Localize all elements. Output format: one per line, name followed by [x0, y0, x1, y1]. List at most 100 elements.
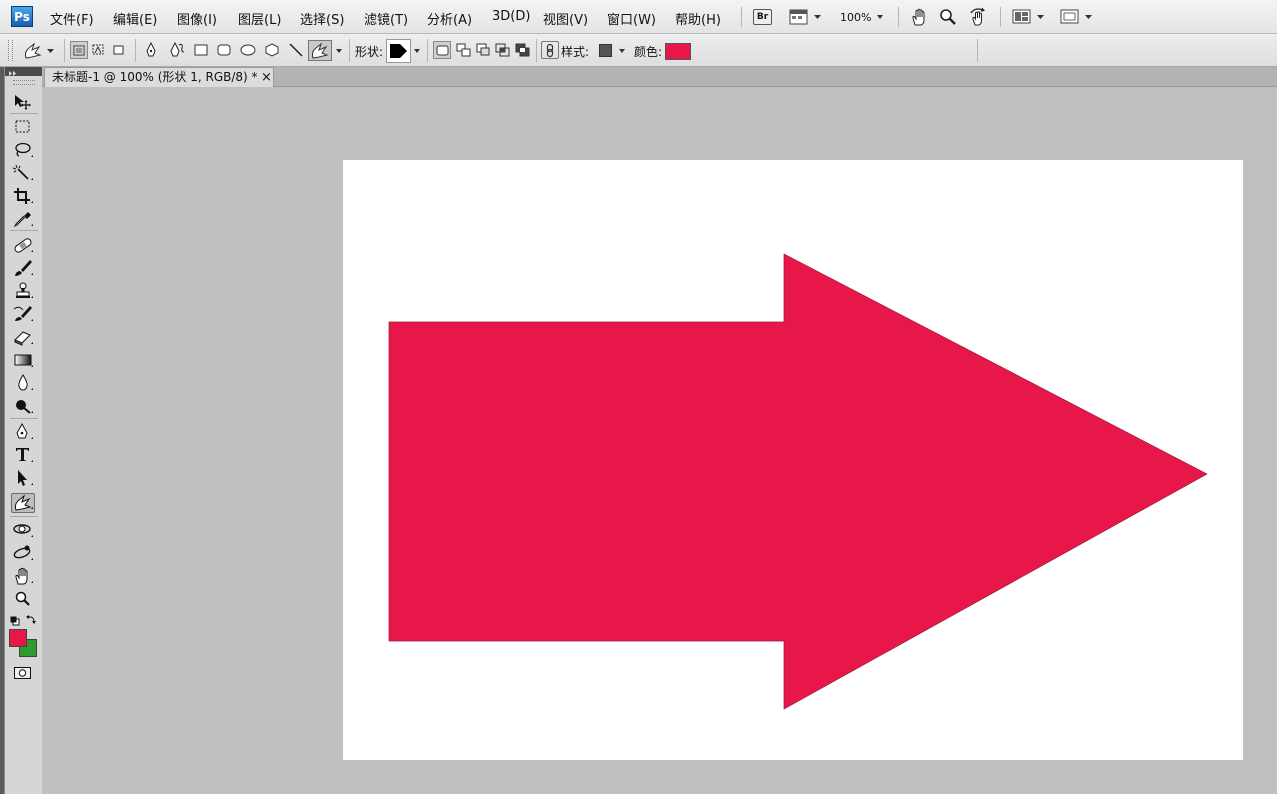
gradient-icon [14, 354, 33, 367]
path-selection-tool[interactable] [11, 468, 35, 488]
intersect-shape-areas-button[interactable] [494, 41, 512, 59]
zoom-tool[interactable] [11, 589, 35, 609]
menu-3d[interactable]: 3D(D) [492, 9, 530, 24]
default-colors-button[interactable] [10, 615, 20, 626]
toolbox-header[interactable] [5, 67, 43, 76]
spot-healing-brush-tool[interactable] [11, 235, 35, 255]
type-tool[interactable] [11, 445, 35, 465]
paths-icon [92, 44, 104, 55]
swap-colors-button[interactable] [26, 614, 37, 625]
subtract-shape-area-icon [476, 43, 490, 56]
quick-selection-tool[interactable] [11, 163, 35, 183]
bridge-label: Br [756, 12, 769, 22]
freeform-pen-option[interactable] [168, 41, 186, 59]
arrow-shape-icon [390, 44, 407, 58]
arrange-documents-button[interactable] [1012, 8, 1046, 26]
custom-shape-tool[interactable] [11, 493, 35, 513]
new-shape-layer-icon [436, 45, 449, 56]
pen-tool-option[interactable] [142, 41, 160, 59]
dodge-tool[interactable] [11, 396, 35, 416]
menu-file[interactable]: 文件(F) [50, 9, 94, 28]
view-extras-button[interactable] [789, 8, 823, 26]
document-tab-title: 未标题-1 @ 100% (形状 1, RGB/8) * [52, 70, 258, 84]
lasso-tool[interactable] [11, 140, 35, 160]
shape-layers-icon [73, 45, 85, 56]
default-colors-icon [10, 616, 20, 626]
arrow-shape[interactable] [388, 253, 1208, 710]
swap-arrows-icon [26, 615, 36, 624]
menu-bar: Ps 文件(F) 编辑(E) 图像(I) 图层(L) 选择(S) 滤镜(T) 分… [0, 0, 1277, 34]
tool-preset-picker[interactable] [20, 41, 56, 61]
line-icon [289, 43, 303, 57]
menu-analysis[interactable]: 分析(A) [427, 9, 472, 28]
exclude-overlapping-button[interactable] [514, 41, 532, 59]
foreground-color-swatch[interactable] [9, 629, 27, 647]
crop-tool[interactable] [11, 186, 35, 206]
polygon-option[interactable] [263, 41, 281, 59]
zoom-tool-button[interactable] [938, 7, 958, 27]
history-brush-tool[interactable] [11, 304, 35, 324]
menu-help[interactable]: 帮助(H) [675, 9, 721, 28]
menu-separator [1000, 7, 1001, 27]
options-separator [536, 39, 537, 62]
toolbox-divider [10, 113, 38, 114]
type-t-icon [16, 448, 33, 462]
eraser-tool[interactable] [11, 327, 35, 347]
shape-picker[interactable] [386, 39, 422, 63]
menu-view[interactable]: 视图(V) [543, 9, 588, 28]
options-separator [135, 39, 136, 62]
menu-image[interactable]: 图像(I) [177, 9, 217, 28]
3d-rotate-tool[interactable] [11, 520, 35, 540]
document-tab[interactable]: 未标题-1 @ 100% (形状 1, RGB/8) * × [44, 67, 274, 87]
style-picker[interactable] [597, 43, 629, 59]
options-separator [977, 39, 978, 62]
menu-separator [898, 7, 899, 27]
menu-filter[interactable]: 滤镜(T) [364, 9, 408, 28]
custom-shape-option[interactable] [308, 40, 344, 61]
gradient-tool[interactable] [11, 350, 35, 370]
paths-mode-button[interactable] [90, 41, 108, 59]
clone-stamp-tool[interactable] [11, 281, 35, 301]
link-style-toggle[interactable] [541, 41, 559, 59]
menu-layer[interactable]: 图层(L) [238, 9, 281, 28]
rectangular-marquee-tool[interactable] [11, 117, 35, 137]
eyedropper-tool[interactable] [11, 209, 35, 229]
subtract-shape-area-button[interactable] [474, 41, 492, 59]
style-swatch [599, 44, 612, 57]
quick-mask-button[interactable] [13, 666, 33, 680]
color-label: 颜色: [634, 45, 663, 59]
screen-mode-button[interactable] [1060, 8, 1094, 26]
hand-tool-button[interactable] [910, 7, 930, 27]
brush-icon [15, 260, 33, 276]
rotate-view-button[interactable] [967, 7, 989, 27]
menu-edit[interactable]: 编辑(E) [113, 9, 157, 28]
hand-tool[interactable] [11, 566, 35, 586]
launch-bridge-button[interactable]: Br [753, 9, 772, 25]
hand-icon [912, 8, 925, 26]
menu-window[interactable]: 窗口(W) [607, 9, 656, 28]
history-brush-icon [13, 306, 33, 321]
freeform-pen-icon [170, 41, 185, 57]
3d-orbit-tool[interactable] [11, 543, 35, 563]
photoshop-logo: Ps [11, 6, 33, 27]
ellipse-option[interactable] [239, 41, 257, 59]
pen-tool[interactable] [11, 422, 35, 442]
crop-icon [14, 188, 33, 204]
line-option[interactable] [287, 41, 305, 59]
blur-tool[interactable] [11, 373, 35, 393]
shape-layers-mode-button[interactable] [70, 41, 88, 59]
close-icon[interactable]: × [261, 68, 272, 87]
shape-color-swatch[interactable] [665, 43, 691, 60]
document-canvas[interactable] [343, 160, 1243, 760]
fill-pixels-mode-button[interactable] [110, 41, 128, 59]
rounded-rectangle-option[interactable] [215, 41, 233, 59]
add-to-shape-area-button[interactable] [455, 41, 473, 59]
zoom-level-dropdown[interactable]: 100% [838, 9, 888, 25]
rectangle-option[interactable] [192, 41, 210, 59]
create-new-shape-layer-button[interactable] [433, 41, 451, 59]
brush-tool[interactable] [11, 258, 35, 278]
menu-select[interactable]: 选择(S) [300, 9, 344, 28]
move-tool[interactable] [11, 92, 35, 112]
shape-label: 形状: [355, 45, 384, 59]
toolbox-divider [10, 516, 38, 517]
